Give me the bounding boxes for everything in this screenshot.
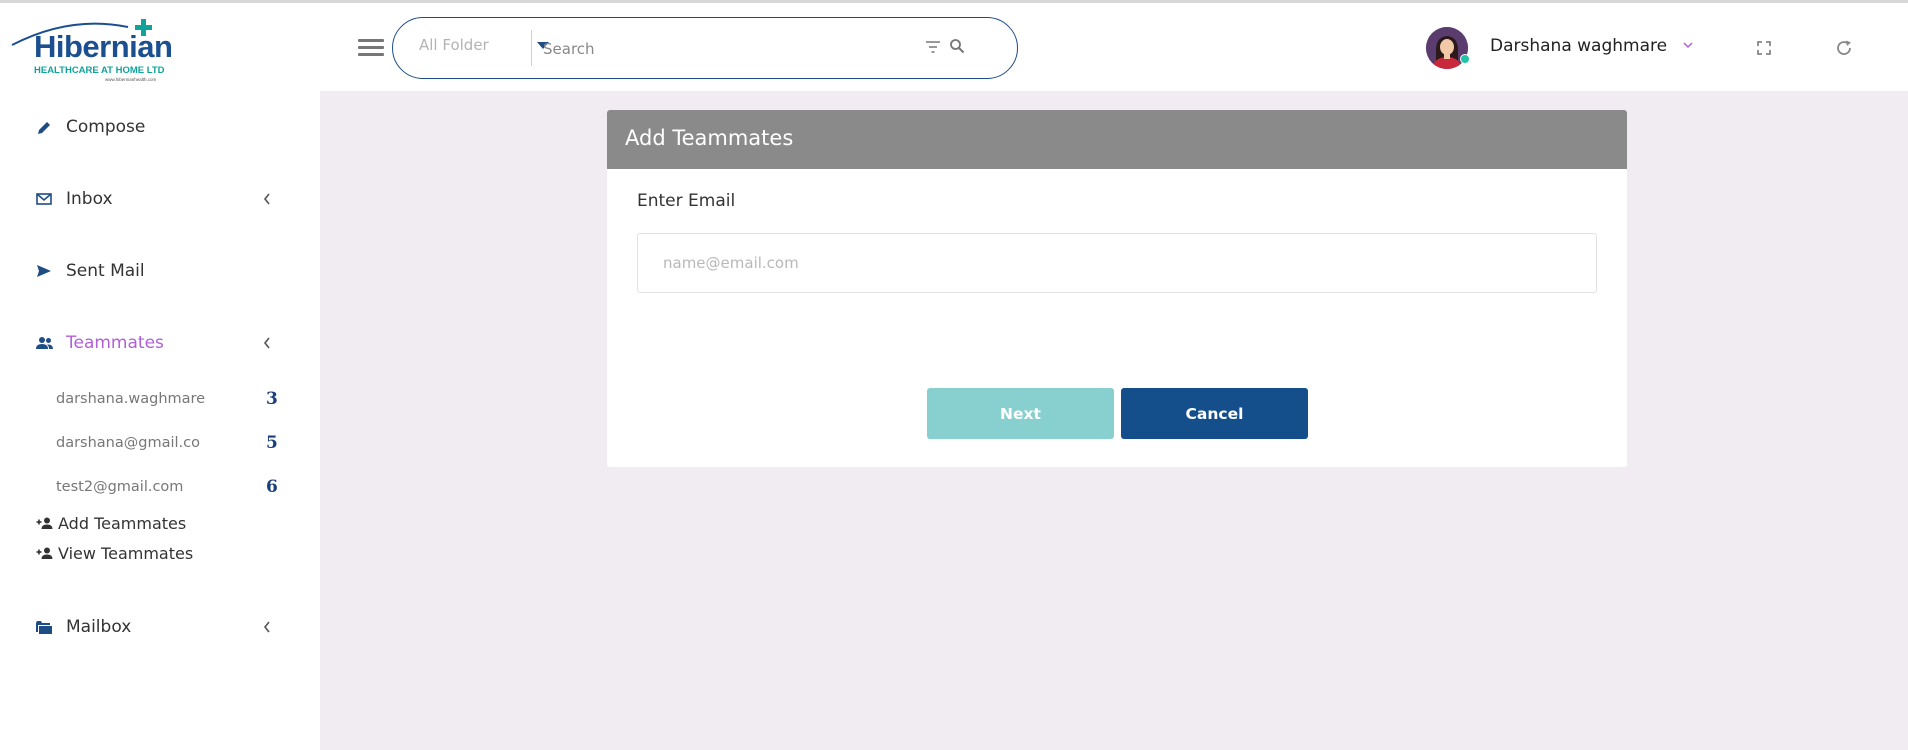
sidebar-item-compose[interactable]: Compose	[36, 113, 286, 143]
chevron-down-icon[interactable]	[1682, 41, 1694, 49]
chevron-left-icon[interactable]	[262, 620, 272, 634]
main-content: Add Teammates Enter Email Next Cancel	[320, 91, 1908, 750]
filter-icon[interactable]	[925, 40, 941, 54]
teammate-item[interactable]: darshana.waghmare 3	[56, 387, 286, 413]
logo-tagline: HEALTHCARE AT HOME LTD	[34, 65, 165, 76]
sidebar-item-sent-mail[interactable]: Sent Mail	[36, 257, 286, 287]
hibernian-logo[interactable]: Hibernian HEALTHCARE AT HOME LTD www.hib…	[10, 17, 173, 85]
action-label: View Teammates	[58, 544, 194, 563]
cancel-button[interactable]: Cancel	[1121, 388, 1308, 439]
fullscreen-icon[interactable]	[1757, 41, 1771, 55]
view-teammates-link[interactable]: View Teammates	[36, 541, 236, 567]
teammate-item[interactable]: test2@gmail.com 6	[56, 475, 286, 501]
search-icon[interactable]	[949, 38, 965, 54]
teammate-item[interactable]: darshana@gmail.co 5	[56, 431, 286, 457]
next-button[interactable]: Next	[927, 388, 1114, 439]
search-input[interactable]	[543, 36, 903, 62]
chevron-left-icon[interactable]	[262, 336, 272, 350]
teammate-count: 6	[266, 477, 278, 497]
add-teammates-dialog: Add Teammates Enter Email Next Cancel	[607, 110, 1627, 467]
action-label: Add Teammates	[58, 514, 187, 533]
sidebar-item-mailbox[interactable]: Mailbox	[36, 613, 286, 643]
teammate-email: darshana@gmail.co	[56, 435, 200, 451]
top-header: Hibernian HEALTHCARE AT HOME LTD www.hib…	[0, 3, 1908, 91]
sidebar-item-label: Compose	[66, 117, 146, 137]
add-teammates-link[interactable]: Add Teammates	[36, 511, 236, 537]
chevron-left-icon[interactable]	[262, 192, 272, 206]
sidebar-item-label: Teammates	[66, 333, 164, 353]
sidebar-item-label: Inbox	[66, 189, 113, 209]
dialog-header: Add Teammates	[607, 110, 1627, 169]
sidebar: Compose Inbox Sent Mail Teammates darsha…	[0, 91, 320, 750]
pencil-icon	[38, 122, 50, 134]
email-field[interactable]	[637, 233, 1597, 293]
user-name[interactable]: Darshana waghmare	[1490, 36, 1667, 56]
send-icon	[37, 265, 51, 277]
teammate-count: 5	[266, 433, 278, 453]
teammate-count: 3	[266, 389, 278, 409]
sidebar-item-label: Mailbox	[66, 617, 132, 637]
teammate-email: darshana.waghmare	[56, 391, 206, 407]
folder-select-value: All Folder	[419, 36, 489, 54]
logo-brand-name: Hibernian	[34, 29, 173, 64]
folder-icon	[36, 621, 52, 634]
search-divider	[531, 30, 532, 66]
sidebar-item-inbox[interactable]: Inbox	[36, 185, 286, 215]
dialog-title: Add Teammates	[625, 126, 794, 150]
sidebar-item-teammates[interactable]: Teammates	[36, 329, 286, 359]
people-icon	[36, 337, 53, 349]
add-person-icon	[36, 517, 53, 529]
refresh-icon[interactable]	[1835, 39, 1853, 57]
online-status-dot	[1460, 54, 1470, 64]
envelope-icon	[36, 193, 52, 205]
menu-toggle-icon[interactable]	[358, 39, 384, 59]
sidebar-item-label: Sent Mail	[66, 261, 145, 281]
search-bar: All Folder	[392, 17, 1018, 79]
folder-select[interactable]: All Folder	[419, 36, 549, 62]
email-field-label: Enter Email	[637, 191, 736, 211]
logo-url: www.hibernianhealth.com	[105, 77, 157, 82]
teammate-email: test2@gmail.com	[56, 479, 184, 495]
view-people-icon	[36, 547, 53, 559]
